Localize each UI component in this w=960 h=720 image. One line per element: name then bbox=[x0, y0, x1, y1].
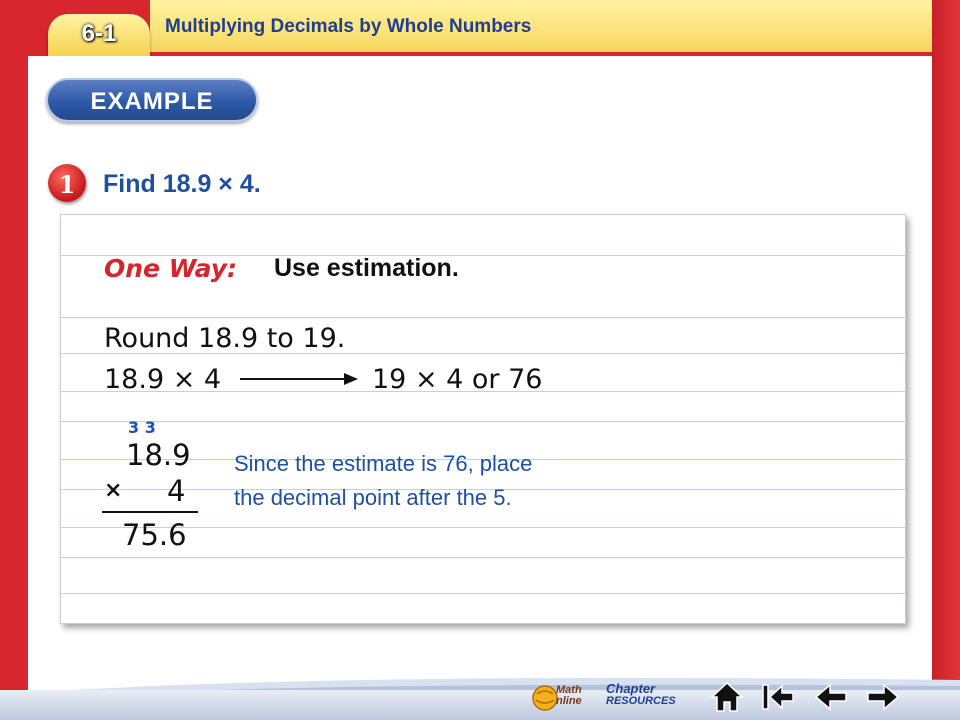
round-line: Round 18.9 to 19. bbox=[104, 323, 346, 354]
estimate-result: 19 × 4 or 76 bbox=[372, 364, 543, 395]
lesson-title: Multiplying Decimals by Whole Numbers bbox=[165, 16, 532, 37]
arrow-right-icon bbox=[240, 373, 358, 385]
next-icon[interactable] bbox=[866, 680, 900, 714]
method-label: One Way: bbox=[104, 254, 237, 283]
previous-icon[interactable] bbox=[814, 680, 848, 714]
paper-rule bbox=[61, 527, 905, 528]
explanation-line-2: the decimal point after the 5. bbox=[234, 485, 512, 510]
home-icon[interactable] bbox=[710, 680, 744, 714]
math-online-globe-icon[interactable] bbox=[532, 682, 558, 712]
paper-rule bbox=[61, 421, 905, 422]
step-number: 1 bbox=[58, 170, 76, 199]
first-slide-icon[interactable] bbox=[760, 680, 794, 714]
right-frame bbox=[932, 0, 960, 720]
product: 75.6 bbox=[122, 518, 187, 552]
carry-digits: 3 3 bbox=[128, 418, 156, 437]
estimate-expression: 18.9 × 4 bbox=[104, 364, 222, 395]
math-online-link[interactable]: Math nline bbox=[556, 685, 582, 707]
chapter-resources-line-2: RESOURCES bbox=[606, 695, 676, 707]
math-online-line-2: nline bbox=[556, 695, 582, 707]
example-label: EXAMPLE bbox=[90, 88, 214, 115]
method-text: Use estimation. bbox=[274, 254, 459, 282]
chapter-resources-link[interactable]: Chapter RESOURCES bbox=[606, 682, 676, 708]
paper-rule bbox=[61, 557, 905, 558]
step-number-badge: 1 bbox=[48, 164, 86, 202]
product-rule bbox=[102, 511, 198, 513]
paper-rule bbox=[61, 593, 905, 594]
multiplicand: 18.9 bbox=[126, 438, 191, 472]
times-symbol: × bbox=[104, 478, 123, 503]
paper-rule bbox=[61, 317, 905, 318]
example-badge: EXAMPLE bbox=[46, 78, 258, 122]
question-text: Find 18.9 × 4. bbox=[103, 170, 261, 198]
chapter-resources-line-1: Chapter bbox=[606, 681, 656, 696]
explanation-line-1: Since the estimate is 76, place bbox=[234, 451, 533, 476]
multiplier: 4 bbox=[167, 474, 186, 508]
lesson-tab: 6-1 bbox=[48, 14, 150, 56]
lesson-number: 6-1 bbox=[81, 20, 117, 47]
explanation: Since the estimate is 76, place the deci… bbox=[234, 447, 654, 515]
